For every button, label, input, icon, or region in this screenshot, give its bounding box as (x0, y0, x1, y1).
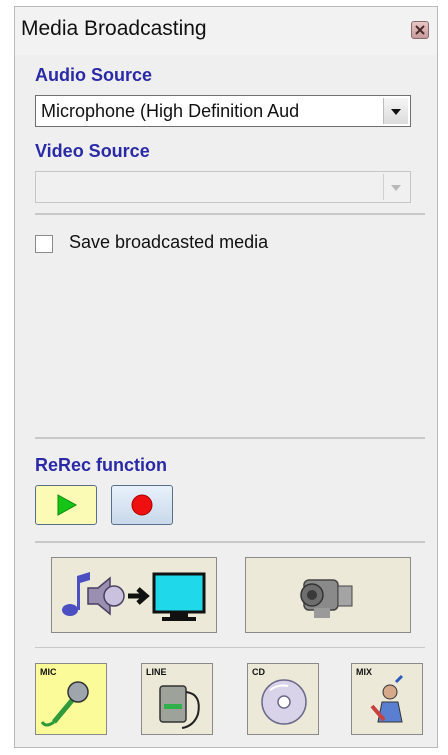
record-icon (131, 494, 153, 516)
divider (35, 437, 425, 439)
video-camera-icon (300, 579, 353, 618)
broadcast-audio-button[interactable] (51, 557, 217, 633)
video-source-label: Video Source (35, 141, 150, 161)
mic-tag: MIC (40, 667, 57, 677)
divider (35, 213, 425, 215)
source-cd-button[interactable]: CD (247, 663, 319, 735)
source-mic-button[interactable]: MIC (35, 663, 107, 735)
title-bar: Media Broadcasting (15, 7, 437, 55)
mix-tag: MIX (356, 667, 373, 677)
source-line-button[interactable]: LINE (141, 663, 213, 735)
divider (35, 541, 425, 543)
rerec-record-button[interactable] (111, 485, 173, 525)
play-icon (57, 494, 78, 516)
close-button[interactable] (411, 21, 429, 39)
video-dropdown-button[interactable] (383, 174, 408, 200)
audio-source-value: Microphone (High Definition Aud (41, 101, 300, 121)
rerec-play-button[interactable] (35, 485, 97, 525)
cd-tag: CD (252, 667, 265, 677)
broadcast-video-button[interactable] (245, 557, 411, 633)
save-media-label: Save broadcasted media (69, 232, 269, 252)
chevron-down-icon (391, 109, 401, 115)
chevron-down-icon (391, 185, 401, 191)
source-mix-button[interactable]: MIX (351, 663, 423, 735)
close-icon (415, 25, 425, 35)
audio-source-label: Audio Source (35, 65, 153, 85)
audio-source-select[interactable]: Microphone (High Definition Aud (35, 95, 411, 127)
video-source-select[interactable] (35, 171, 411, 203)
save-media-checkbox[interactable] (35, 235, 53, 253)
audio-dropdown-button[interactable] (383, 98, 408, 124)
media-broadcasting-window: Media Broadcasting Audio Source Micropho… (14, 6, 438, 748)
rerec-label: ReRec function (35, 455, 168, 475)
divider (35, 647, 425, 648)
audio-to-screen-icon (62, 572, 206, 621)
line-tag: LINE (146, 667, 167, 677)
window-title: Media Broadcasting (21, 17, 207, 40)
